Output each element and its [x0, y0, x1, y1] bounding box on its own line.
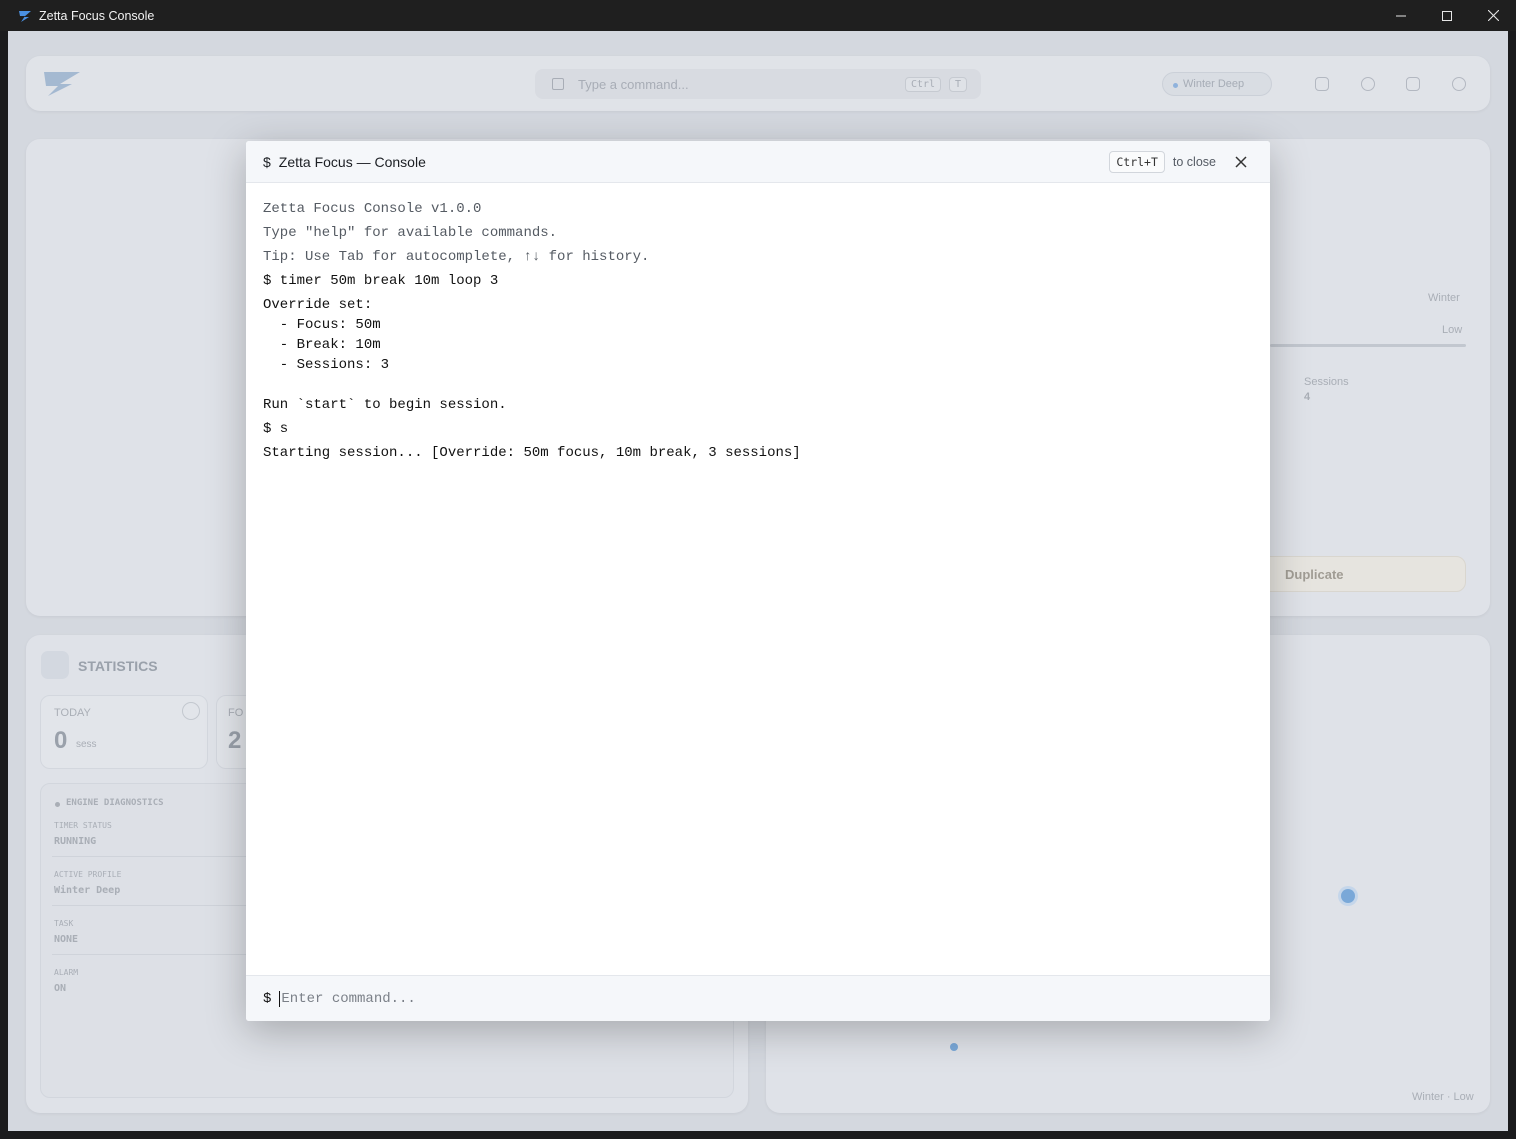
- console-modal: $ Zetta Focus — Console Ctrl+T to close Z…: [246, 141, 1270, 1021]
- duplicate-label: Duplicate: [1285, 566, 1344, 582]
- diag-value: NONE: [54, 934, 79, 945]
- command-placeholder: Type a command...: [578, 76, 689, 92]
- close-hint: to close: [1172, 155, 1216, 169]
- console-output: Zetta Focus Console v1.0.0 Type "help" f…: [263, 199, 1253, 467]
- console-override-output: Override set: - Focus: 50m - Break: 10m …: [263, 297, 507, 413]
- second-stat-label: FO: [228, 707, 244, 719]
- console-header: $ Zetta Focus — Console Ctrl+T to close: [246, 141, 1270, 183]
- command-icon: [552, 78, 564, 90]
- window-titlebar: Zetta Focus Console: [0, 0, 1516, 31]
- console-banner: Zetta Focus Console v1.0.0: [263, 201, 482, 217]
- console-result: Starting session... [Override: 50m focus…: [263, 445, 801, 461]
- minimize-button[interactable]: [1378, 0, 1424, 31]
- diag-divider: [52, 905, 252, 906]
- app-logo-icon: [19, 10, 31, 22]
- chart-footer: Winter · Low: [1412, 1091, 1474, 1103]
- diag-divider: [52, 954, 252, 955]
- diagnostics-dot: [55, 802, 60, 807]
- diag-label: ACTIVE PROFILE: [54, 870, 122, 879]
- gallery-icon[interactable]: [1406, 77, 1420, 91]
- console-title-prompt: $: [263, 153, 271, 170]
- console-title-text: Zetta Focus — Console: [278, 153, 426, 170]
- sessions-value: 4: [1304, 391, 1311, 403]
- brand-logo-icon: [44, 72, 80, 96]
- minimize-icon: [1396, 15, 1406, 16]
- console-help-hint: Type "help" for available commands.: [263, 225, 558, 241]
- close-icon: [1487, 10, 1499, 21]
- chart-icon: [41, 651, 69, 679]
- season-label: Winter: [1428, 292, 1460, 304]
- second-stat-value: 2: [228, 727, 242, 754]
- profile-pill-label: Winter Deep: [1183, 78, 1245, 90]
- console-command: $ timer 50m break 10m loop 3: [263, 273, 499, 289]
- diag-value: ON: [54, 983, 67, 994]
- today-unit: sess: [76, 739, 97, 750]
- diag-label: TASK: [54, 919, 74, 928]
- diagnostics-title: ENGINE DIAGNOSTICS: [66, 798, 164, 808]
- diag-divider: [52, 856, 252, 857]
- statistics-title: STATISTICS: [78, 658, 158, 674]
- sound-icon[interactable]: [1315, 77, 1329, 91]
- clock-icon: [182, 702, 200, 720]
- duplicate-button[interactable]: Duplicate: [1248, 556, 1466, 592]
- sessions-label: Sessions: [1304, 376, 1349, 388]
- today-label: TODAY: [54, 707, 91, 719]
- theme-icon[interactable]: [1361, 77, 1375, 91]
- console-tip: Tip: Use Tab for autocomplete, ↑↓ for hi…: [263, 249, 650, 265]
- maximize-button[interactable]: [1424, 0, 1470, 31]
- command-kbd-t: T: [949, 77, 968, 92]
- level-label: Low: [1442, 324, 1463, 336]
- profile-pill[interactable]: Winter Deep: [1162, 72, 1272, 96]
- maximize-icon: [1442, 10, 1452, 21]
- profile-dot: [1173, 83, 1178, 88]
- diag-label: ALARM: [54, 968, 79, 977]
- diag-label: TIMER STATUS: [54, 821, 112, 830]
- console-title: $ Zetta Focus — Console: [263, 154, 426, 170]
- window-title: Zetta Focus Console: [39, 8, 155, 23]
- diag-value: Winter Deep: [54, 885, 121, 896]
- close-shortcut-kbd: Ctrl+T: [1109, 151, 1165, 173]
- close-window-button[interactable]: [1470, 0, 1516, 31]
- console-input-row: $: [246, 975, 1270, 1021]
- diag-value: RUNNING: [54, 836, 97, 847]
- today-value: 0: [54, 727, 68, 754]
- chart-point: [950, 1043, 958, 1051]
- console-command: $ s: [263, 421, 289, 437]
- command-bar[interactable]: Type a command... Ctrl T: [535, 69, 981, 99]
- console-input-prompt: $: [263, 990, 272, 1007]
- intensity-slider[interactable]: [1270, 344, 1466, 347]
- command-kbd-ctrl: Ctrl: [905, 77, 942, 92]
- close-icon[interactable]: [1234, 155, 1248, 169]
- settings-icon[interactable]: [1452, 77, 1466, 91]
- console-command-input[interactable]: [281, 990, 1182, 1007]
- text-caret: [279, 990, 281, 1007]
- chart-point: [1341, 889, 1355, 903]
